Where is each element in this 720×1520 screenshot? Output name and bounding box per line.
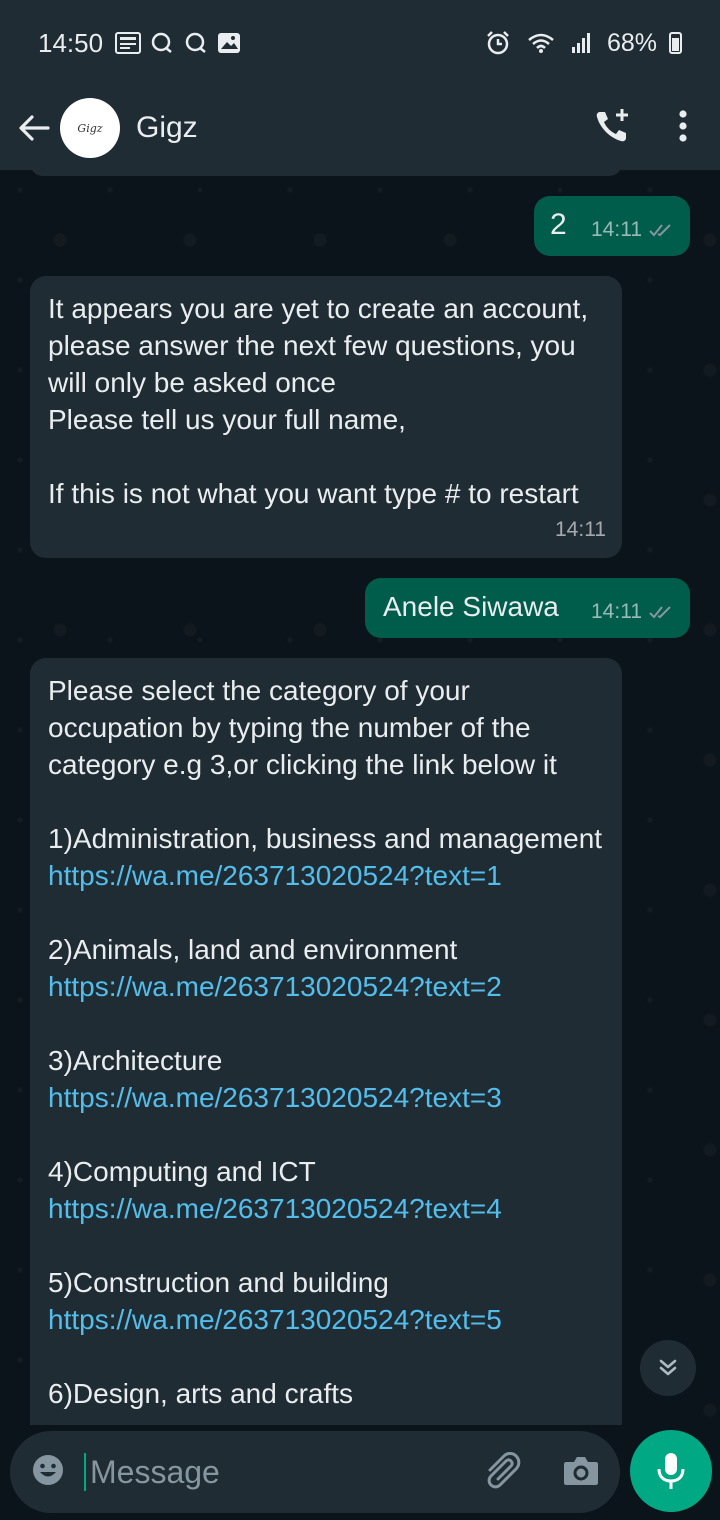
message-time: 14:11 xyxy=(591,218,642,241)
text-caret xyxy=(84,1453,86,1491)
category-label: 2)Animals, land and environment xyxy=(48,934,458,965)
incoming-message[interactable]: Please select the category of your occup… xyxy=(30,658,622,1425)
message-meta: 14:11 xyxy=(591,211,676,248)
composer-bar: Message xyxy=(0,1425,720,1520)
category-label: 1)Administration, business and managemen… xyxy=(48,823,603,854)
message-intro: Please select the category of your occup… xyxy=(48,675,557,780)
message-meta: 14:11 xyxy=(591,593,676,630)
message-time: 14:11 xyxy=(555,518,606,541)
news-app-icon xyxy=(115,32,142,54)
category-item: 1)Administration, business and managemen… xyxy=(48,820,604,894)
mic-icon xyxy=(657,1453,685,1489)
chat-notification-icon-2 xyxy=(183,31,209,55)
incoming-message[interactable]: It appears you are yet to create an acco… xyxy=(30,276,622,558)
double-chevron-down-icon xyxy=(659,1359,677,1376)
chat-header: Gigz Gigz xyxy=(0,86,720,170)
category-label: 4)Computing and ICT xyxy=(48,1156,316,1187)
gallery-icon xyxy=(217,32,241,54)
message-time: 14:11 xyxy=(591,600,642,623)
category-link[interactable]: https://wa.me/263713020524?text=1 xyxy=(48,857,604,894)
read-ticks-icon xyxy=(649,223,671,236)
outgoing-message[interactable]: Anele Siwawa 14:11 xyxy=(365,578,690,638)
outgoing-message[interactable]: 2 14:11 xyxy=(534,196,690,256)
scroll-down-button[interactable] xyxy=(640,1340,696,1396)
category-link[interactable]: https://wa.me/263713020524?text=5 xyxy=(48,1301,604,1338)
chat-notification-icon xyxy=(149,31,175,55)
top-bar: 14:50 68% Gigz Gigz xyxy=(0,0,720,170)
contact-name[interactable]: Gigz xyxy=(136,111,198,145)
signal-icon xyxy=(571,32,591,54)
message-placeholder: Message xyxy=(90,1453,220,1490)
camera-icon[interactable] xyxy=(562,1453,600,1492)
status-right: 68% xyxy=(485,29,682,58)
message-input[interactable]: Message xyxy=(84,1453,482,1491)
avatar-logo-text: Gigz xyxy=(77,121,103,135)
category-item: 5)Construction and building https://wa.m… xyxy=(48,1264,604,1338)
status-bar: 14:50 68% xyxy=(0,0,720,86)
emoji-icon[interactable] xyxy=(30,1452,66,1493)
avatar[interactable]: Gigz xyxy=(60,98,120,158)
message-bubble-partial xyxy=(30,170,622,176)
read-ticks-icon xyxy=(649,605,671,618)
battery-icon xyxy=(669,32,682,54)
message-text: 2 xyxy=(550,208,567,241)
alarm-icon xyxy=(485,30,511,56)
message-input-container[interactable]: Message xyxy=(10,1431,620,1513)
category-label: 5)Construction and building xyxy=(48,1267,389,1298)
category-label: 6)Design, arts and crafts xyxy=(48,1378,354,1409)
wifi-icon xyxy=(527,32,555,54)
more-vertical-icon[interactable] xyxy=(678,109,688,148)
message-text: It appears you are yet to create an acco… xyxy=(48,293,589,509)
message-text: Anele Siwawa xyxy=(383,591,559,622)
category-link[interactable]: https://wa.me/263713020524?text=4 xyxy=(48,1190,604,1227)
category-link[interactable]: https://wa.me/263713020524?text=2 xyxy=(48,968,604,1005)
category-item: 3)Architecture https://wa.me/26371302052… xyxy=(48,1042,604,1116)
category-item: 2)Animals, land and environment https://… xyxy=(48,931,604,1005)
category-label: 3)Architecture xyxy=(48,1045,223,1076)
phone-plus-icon[interactable] xyxy=(592,106,632,151)
header-actions xyxy=(592,106,704,151)
category-item: 6)Design, arts and crafts xyxy=(48,1375,604,1412)
voice-record-button[interactable] xyxy=(630,1430,712,1512)
status-time: 14:50 xyxy=(38,27,104,58)
back-arrow-icon[interactable] xyxy=(16,110,52,146)
category-link[interactable]: https://wa.me/263713020524?text=3 xyxy=(48,1079,604,1116)
paperclip-icon[interactable] xyxy=(482,1450,522,1495)
category-item: 4)Computing and ICT https://wa.me/263713… xyxy=(48,1153,604,1227)
battery-percentage: 68% xyxy=(606,28,657,57)
chat-area: 2 14:11 It appears you are yet to create… xyxy=(0,170,720,1425)
